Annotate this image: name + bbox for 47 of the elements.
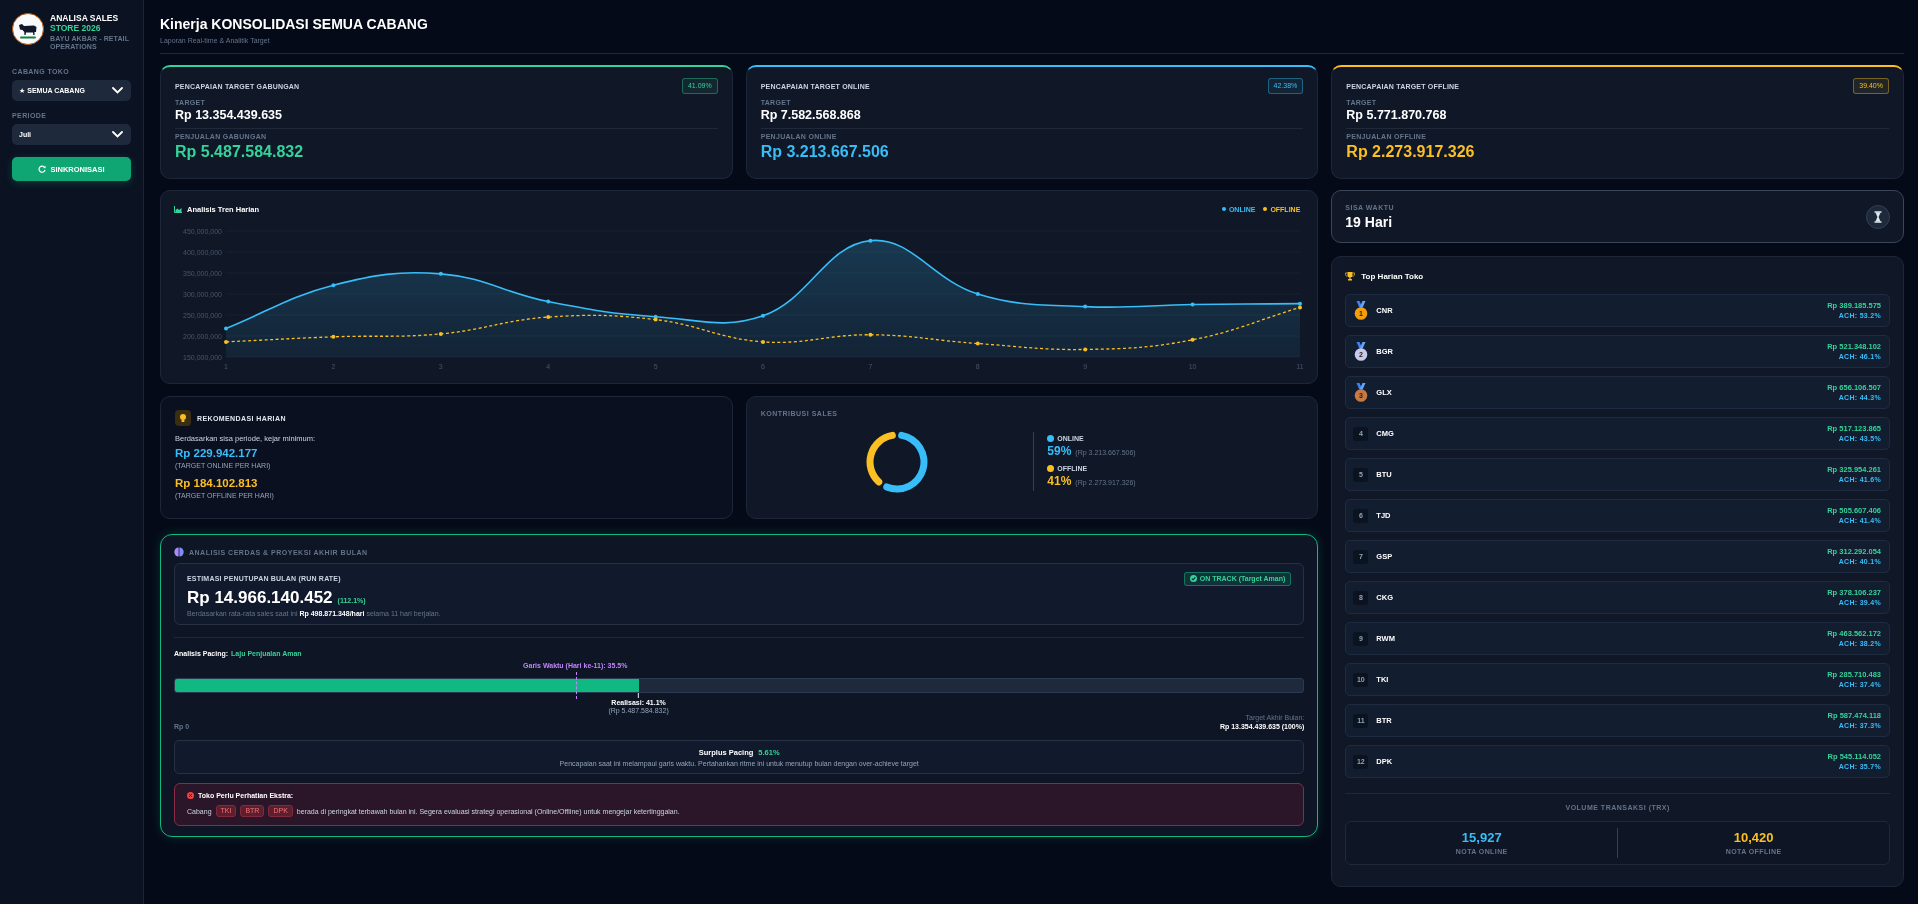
data-point xyxy=(1083,347,1088,352)
data-point xyxy=(761,339,765,344)
data-point xyxy=(975,341,980,346)
check-circle-icon xyxy=(1189,575,1197,582)
chart-icon xyxy=(174,205,182,213)
sales-value: Rp 2.273.917.326 xyxy=(1346,142,1475,161)
data-point xyxy=(331,283,336,288)
chevron-down-icon xyxy=(112,131,123,138)
data-point xyxy=(761,313,765,318)
hourglass-icon xyxy=(1866,204,1890,229)
data-point xyxy=(1190,302,1195,307)
lightbulb-icon xyxy=(175,410,191,426)
data-point xyxy=(331,334,336,339)
volume-value: 10,420 xyxy=(1733,830,1774,845)
cow-logo xyxy=(12,13,44,45)
split-circle-icon xyxy=(174,547,184,557)
chevron-down-icon xyxy=(112,87,123,94)
data-point xyxy=(438,271,443,276)
sales-value: Rp 3.213.667.506 xyxy=(760,142,889,161)
target-value: Rp 13.354.439.635 xyxy=(175,108,283,123)
card-title: Top Harian Toko xyxy=(1361,271,1424,281)
volume-value: 15,927 xyxy=(1461,830,1502,845)
target-value: Rp 7.582.568.868 xyxy=(760,108,861,123)
page-title: Kinerja KONSOLIDASI SEMUA CABANG xyxy=(160,15,428,33)
sales-value: Rp 5.487.584.832 xyxy=(175,142,304,161)
data-point xyxy=(1190,337,1195,342)
brand-subtitle: STORE 2026 xyxy=(50,23,101,33)
target-value: Rp 5.771.870.768 xyxy=(1346,108,1447,123)
data-point xyxy=(975,292,980,296)
brand-title: ANALISA SALES xyxy=(50,13,119,23)
run-rate-value: Rp 14.966.140.452 xyxy=(187,589,333,607)
percent-value: 59% xyxy=(1047,445,1072,458)
data-point xyxy=(224,339,228,344)
data-point xyxy=(224,326,228,331)
trophy-icon xyxy=(1345,271,1356,281)
target-amount: Rp 184.102.813 xyxy=(175,477,258,490)
data-point xyxy=(1083,304,1088,309)
percent-value: 41% xyxy=(1047,475,1072,488)
data-point xyxy=(438,331,443,336)
error-icon xyxy=(187,792,194,799)
data-point xyxy=(546,299,551,304)
data-point xyxy=(546,315,551,320)
remaining-days: 19 Hari xyxy=(1345,213,1393,230)
data-point xyxy=(868,332,873,337)
target-amount: Rp 229.942.177 xyxy=(175,447,258,460)
refresh-icon xyxy=(38,165,47,173)
data-point xyxy=(868,238,873,243)
